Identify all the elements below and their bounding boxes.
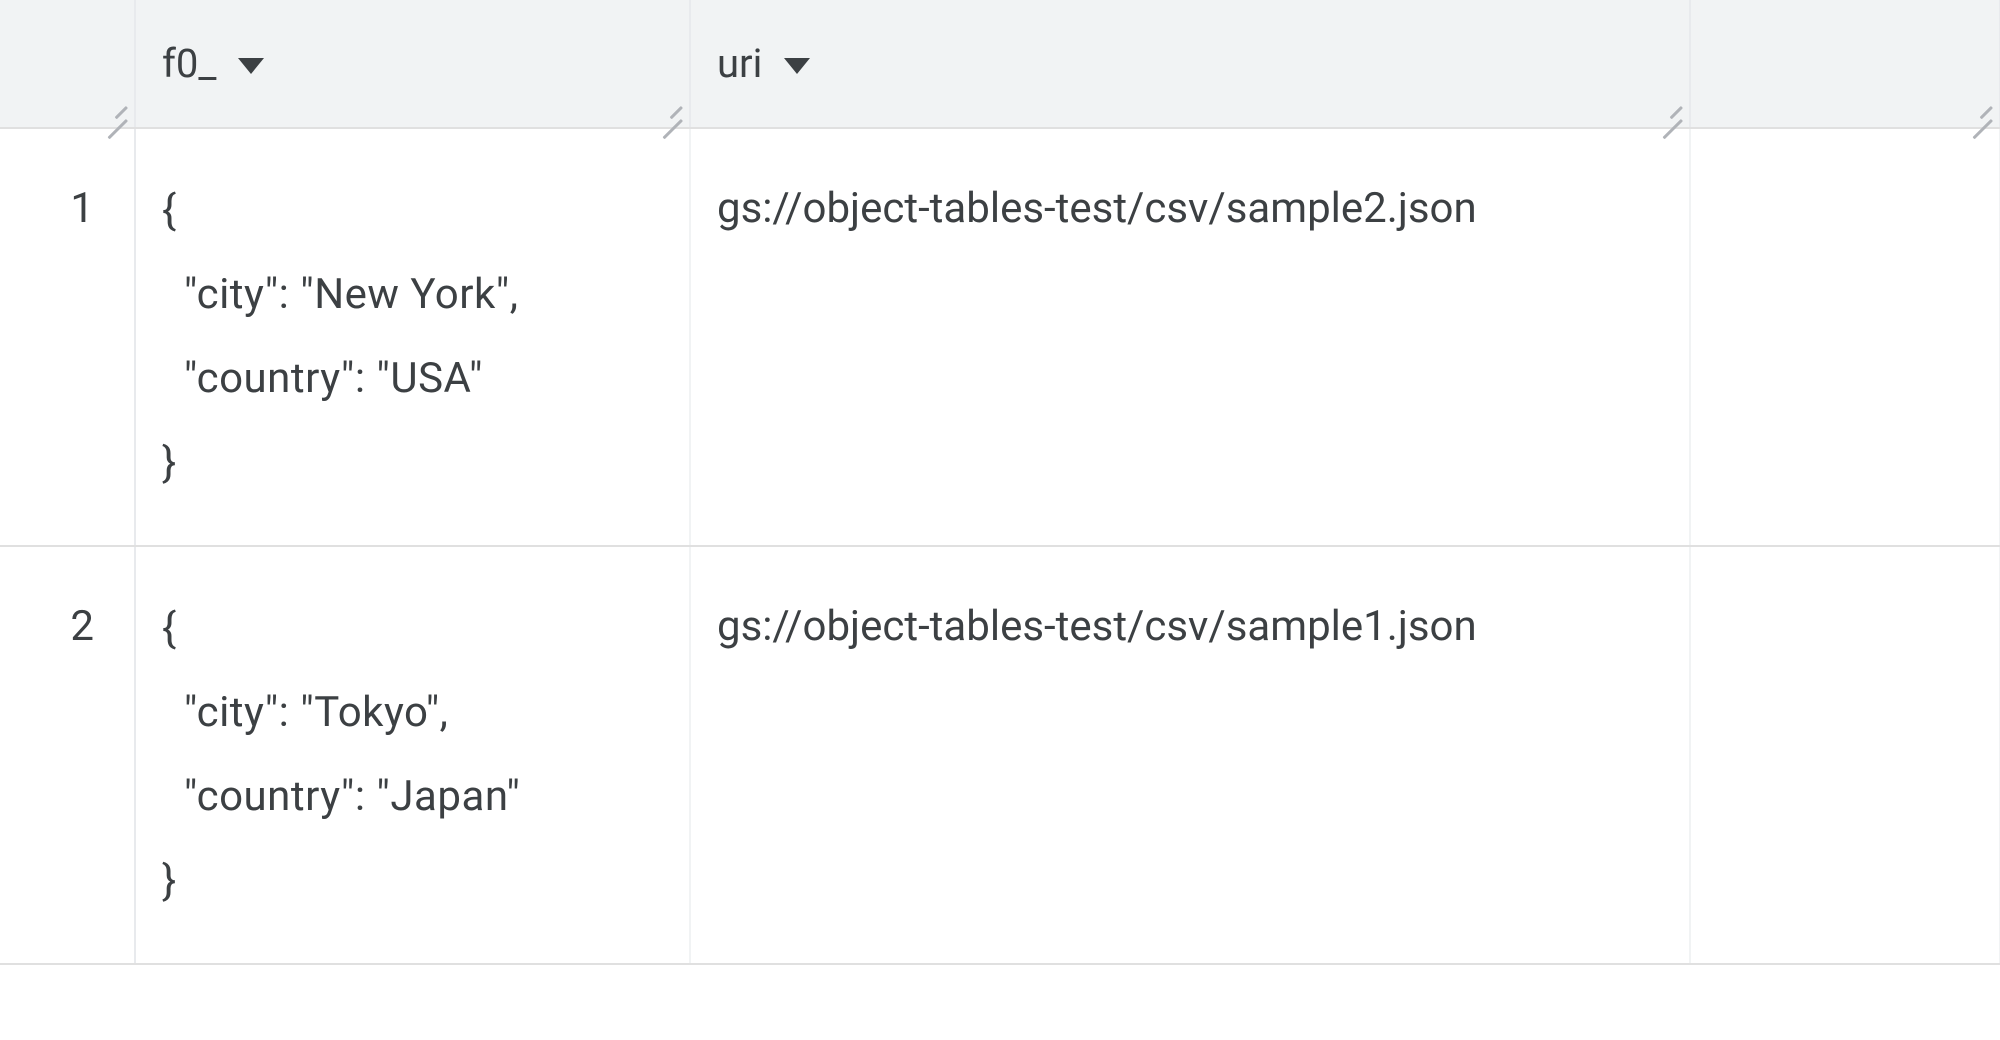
row-number: 2 — [0, 546, 135, 964]
sort-dropdown-icon[interactable] — [784, 58, 810, 74]
table-body: 1 { "city": "New York", "country": "USA"… — [0, 128, 2000, 964]
cell-uri[interactable]: gs://object-tables-test/csv/sample2.json — [690, 128, 1690, 546]
resize-handle-icon[interactable] — [96, 99, 130, 123]
cell-uri[interactable]: gs://object-tables-test/csv/sample1.json — [690, 546, 1690, 964]
column-header-extra[interactable] — [1690, 0, 2000, 128]
column-header-rownum[interactable] — [0, 0, 135, 128]
cell-f0[interactable]: { "city": "Tokyo", "country": "Japan" } — [135, 546, 690, 964]
cell-extra — [1690, 546, 2000, 964]
column-header-uri[interactable]: uri — [690, 0, 1690, 128]
column-header-label: f0_ — [162, 40, 216, 87]
row-number: 1 — [0, 128, 135, 546]
resize-handle-icon[interactable] — [651, 99, 685, 123]
column-header-label: uri — [717, 40, 762, 87]
resize-handle-icon[interactable] — [1651, 99, 1685, 123]
column-header-f0[interactable]: f0_ — [135, 0, 690, 128]
table-row[interactable]: 1 { "city": "New York", "country": "USA"… — [0, 128, 2000, 546]
cell-uri-value: gs://object-tables-test/csv/sample2.json — [717, 184, 1477, 233]
table-row[interactable]: 2 { "city": "Tokyo", "country": "Japan" … — [0, 546, 2000, 964]
cell-f0-value: { "city": "New York", "country": "USA" } — [162, 169, 657, 505]
resize-handle-icon[interactable] — [1961, 99, 1995, 123]
results-table: f0_ uri 1 { "city": "New York", "count — [0, 0, 2000, 965]
cell-uri-value: gs://object-tables-test/csv/sample1.json — [717, 602, 1477, 651]
cell-extra — [1690, 128, 2000, 546]
cell-f0-value: { "city": "Tokyo", "country": "Japan" } — [162, 587, 657, 923]
table-header-row: f0_ uri — [0, 0, 2000, 128]
cell-f0[interactable]: { "city": "New York", "country": "USA" } — [135, 128, 690, 546]
sort-dropdown-icon[interactable] — [238, 58, 264, 74]
